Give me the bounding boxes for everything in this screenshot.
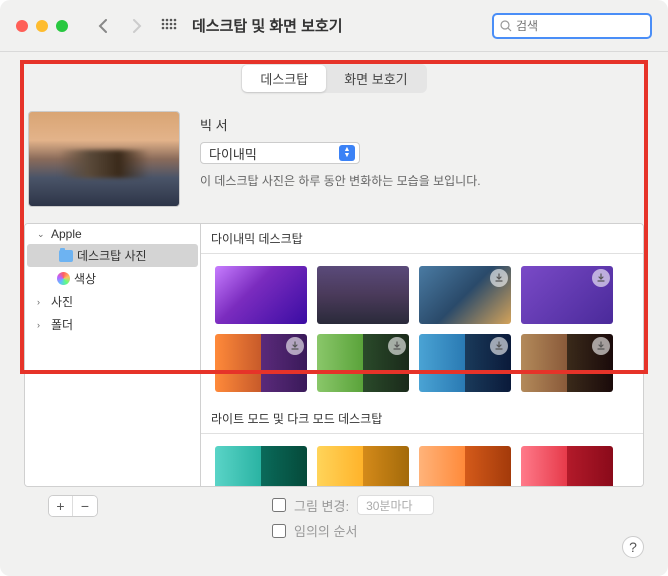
wallpaper-thumb[interactable] <box>419 266 511 324</box>
traffic-lights <box>16 20 68 32</box>
mode-dropdown[interactable]: 다이내믹 ▲▼ <box>200 142 360 164</box>
wallpaper-info: 빅 서 다이내믹 ▲▼ 이 데스크탑 사진은 하루 동안 변화하는 모습을 보입… <box>200 111 640 207</box>
add-remove-group: + − <box>48 495 98 517</box>
source-sidebar: ⌄ Apple 데스크탑 사진 색상 › 사진 › 폴더 <box>25 224 201 486</box>
search-icon <box>500 20 512 32</box>
footer: + − 그림 변경: 30분마다 임의의 순서 <box>24 487 644 546</box>
sidebar-item-apple[interactable]: ⌄ Apple <box>25 224 200 244</box>
wallpaper-preview <box>28 111 180 207</box>
color-wheel-icon <box>57 272 70 285</box>
sidebar-label: Apple <box>51 227 82 241</box>
tab-desktop[interactable]: 데스크탑 <box>242 65 326 92</box>
chevron-right-icon: › <box>37 320 47 330</box>
interval-dropdown[interactable]: 30분마다 <box>357 495 433 515</box>
wallpaper-gallery: 다이내믹 데스크탑 <box>201 224 643 486</box>
wallpaper-thumb[interactable] <box>215 334 307 392</box>
fullscreen-window-button[interactable] <box>56 20 68 32</box>
sidebar-item-folder[interactable]: › 폴더 <box>25 313 200 336</box>
remove-button[interactable]: − <box>73 496 97 516</box>
lightdark-thumbs <box>201 434 643 486</box>
mode-hint: 이 데스크탑 사진은 하루 동안 변화하는 모습을 보입니다. <box>200 172 640 189</box>
wallpaper-thumb[interactable] <box>317 446 409 486</box>
sidebar-label: 데스크탑 사진 <box>77 247 147 264</box>
section-lightdark-header: 라이트 모드 및 다크 모드 데스크탑 <box>201 404 643 434</box>
apps-grid-icon[interactable] <box>158 15 180 37</box>
chevron-right-icon: › <box>37 297 47 307</box>
search-field[interactable] <box>492 13 652 39</box>
window: 데스크탑 및 화면 보호기 데스크탑 화면 보호기 빅 서 다이내믹 ▲▼ 이 … <box>0 0 668 576</box>
sidebar-item-desktop-photos[interactable]: 데스크탑 사진 <box>27 244 198 267</box>
forward-button[interactable] <box>124 13 150 39</box>
tab-bar: 데스크탑 화면 보호기 <box>24 64 644 93</box>
sidebar-label: 폴더 <box>51 316 73 333</box>
add-button[interactable]: + <box>49 496 73 516</box>
download-icon <box>388 337 406 355</box>
minimize-window-button[interactable] <box>36 20 48 32</box>
close-window-button[interactable] <box>16 20 28 32</box>
download-icon <box>592 269 610 287</box>
download-icon <box>490 337 508 355</box>
download-icon <box>286 337 304 355</box>
wallpaper-thumb[interactable] <box>215 266 307 324</box>
options: 그림 변경: 30분마다 임의의 순서 <box>114 495 620 546</box>
wallpaper-thumb[interactable] <box>521 334 613 392</box>
wallpaper-thumb[interactable] <box>419 446 511 486</box>
section-dynamic-header: 다이내믹 데스크탑 <box>201 224 643 254</box>
current-wallpaper-row: 빅 서 다이내믹 ▲▼ 이 데스크탑 사진은 하루 동안 변화하는 모습을 보입… <box>24 111 644 207</box>
folder-icon <box>59 250 73 262</box>
wallpaper-thumb[interactable] <box>215 446 307 486</box>
sidebar-label: 색상 <box>74 270 96 287</box>
wallpaper-name: 빅 서 <box>200 115 640 134</box>
help-button[interactable]: ? <box>622 536 644 558</box>
random-label: 임의의 순서 <box>294 521 357 540</box>
window-title: 데스크탑 및 화면 보호기 <box>192 15 343 36</box>
random-row: 임의의 순서 <box>272 521 620 540</box>
wallpaper-thumb[interactable] <box>521 266 613 324</box>
wallpaper-thumb[interactable] <box>317 266 409 324</box>
chevron-down-icon: ⌄ <box>37 229 47 240</box>
change-picture-label: 그림 변경: <box>294 496 349 515</box>
titlebar: 데스크탑 및 화면 보호기 <box>0 0 668 52</box>
sidebar-item-colors[interactable]: 색상 <box>25 267 200 290</box>
wallpaper-thumb[interactable] <box>521 446 613 486</box>
dropdown-arrows-icon: ▲▼ <box>339 145 355 161</box>
change-picture-checkbox[interactable] <box>272 498 286 512</box>
wallpaper-thumb[interactable] <box>317 334 409 392</box>
dynamic-thumbs <box>201 254 643 404</box>
random-checkbox[interactable] <box>272 524 286 538</box>
sidebar-item-photos[interactable]: › 사진 <box>25 290 200 313</box>
content-area: 데스크탑 화면 보호기 빅 서 다이내믹 ▲▼ 이 데스크탑 사진은 하루 동안… <box>0 52 668 562</box>
sidebar-label: 사진 <box>51 293 73 310</box>
search-input[interactable] <box>516 19 644 33</box>
download-icon <box>490 269 508 287</box>
change-picture-row: 그림 변경: 30분마다 <box>272 495 620 515</box>
split-pane: ⌄ Apple 데스크탑 사진 색상 › 사진 › 폴더 <box>24 223 644 487</box>
wallpaper-thumb[interactable] <box>419 334 511 392</box>
back-button[interactable] <box>90 13 116 39</box>
tab-screensaver[interactable]: 화면 보호기 <box>326 65 425 92</box>
mode-value: 다이내믹 <box>209 144 257 163</box>
download-icon <box>592 337 610 355</box>
